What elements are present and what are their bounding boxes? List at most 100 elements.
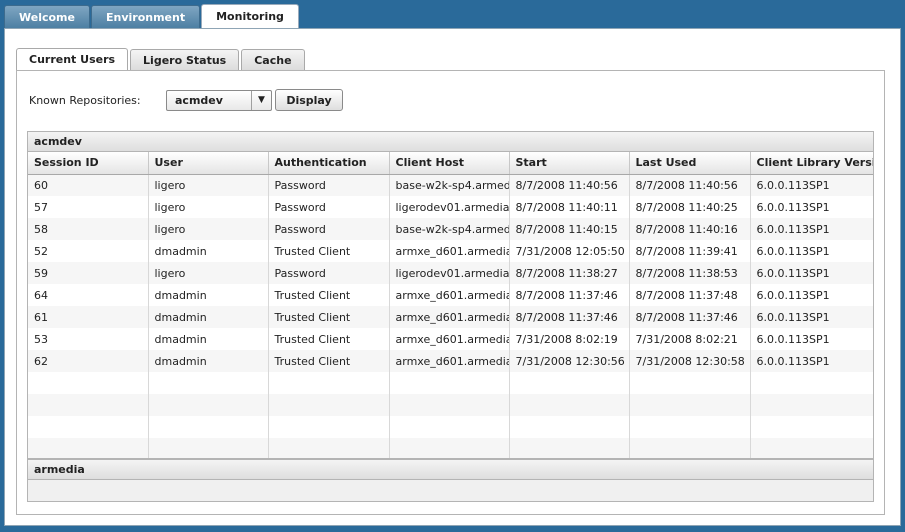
repository-dropdown[interactable]: acmdev ▼ [166,89,272,111]
table-cell [389,394,510,416]
table-cell: 6.0.0.113SP1 [750,350,873,372]
table-cell: ligero [148,218,269,240]
section-header-acmdev[interactable]: acmdev [27,131,874,152]
column-header-client-host[interactable]: Client Host [389,152,510,175]
table-cell: Password [268,174,390,196]
repository-selector-row: Known Repositories: acmdev ▼ Display [29,89,343,111]
column-header-client-library-version[interactable]: Client Library Version [750,152,873,175]
table-cell: 53 [28,328,149,350]
tab-ligero-status[interactable]: Ligero Status [130,49,240,70]
table-row[interactable]: 58 ligero Password base-w2k-sp4.armedia 8/7/… [28,218,873,240]
table-cell: 8/7/2008 11:38:53 [629,262,751,284]
table-cell: 7/31/2008 8:02:19 [509,328,630,350]
table-cell: 6.0.0.113SP1 [750,240,873,262]
table-cell [28,394,149,416]
table-cell: 8/7/2008 11:37:46 [629,306,751,328]
table-cell: 62 [28,350,149,372]
table-cell: 8/7/2008 11:37:46 [509,306,630,328]
table-cell [268,394,390,416]
table-row[interactable]: 59 ligero Password ligerodev01.armedia 8/7/2… [28,262,873,284]
column-header-user[interactable]: User [148,152,269,175]
table-cell: Password [268,196,390,218]
table-cell: ligero [148,174,269,196]
section-header-armedia[interactable]: armedia [27,459,874,480]
table-cell: 8/7/2008 11:38:27 [509,262,630,284]
table-row[interactable]: 60 ligero Password base-w2k-sp4.armedia 8/7/… [28,174,873,196]
table-cell: dmadmin [148,240,269,262]
empty-table-row [28,394,873,416]
table-cell: armxe_d601.armedia [389,350,510,372]
tab-cache[interactable]: Cache [241,49,305,70]
table-cell [750,372,873,394]
chevron-down-icon[interactable]: ▼ [251,90,271,110]
tab-welcome[interactable]: Welcome [4,5,90,28]
table-cell [389,372,510,394]
table-cell [268,438,390,458]
table-cell: 61 [28,306,149,328]
empty-table-row [28,438,873,458]
table-cell [389,416,510,438]
table-cell: 7/31/2008 12:30:58 [629,350,751,372]
table-cell: Trusted Client [268,240,390,262]
table-cell: 7/31/2008 12:05:50 [509,240,630,262]
table-cell: 7/31/2008 8:02:21 [629,328,751,350]
table-cell: Trusted Client [268,306,390,328]
known-repositories-label: Known Repositories: [29,93,141,107]
table-cell [629,372,751,394]
table-cell: ligero [148,196,269,218]
table-row[interactable]: 64 dmadmin Trusted Client armxe_d601.armedi… [28,284,873,306]
column-header-start[interactable]: Start [509,152,630,175]
table-cell [509,416,630,438]
table-cell: 8/7/2008 11:40:56 [509,174,630,196]
table-row[interactable]: 57 ligero Password ligerodev01.armedia 8/7/2… [28,196,873,218]
display-button[interactable]: Display [275,89,343,111]
table-row[interactable]: 62 dmadmin Trusted Client armxe_d601.armedi… [28,350,873,372]
table-cell: armxe_d601.armedia [389,284,510,306]
column-header-session-id[interactable]: Session ID [28,152,149,175]
table-cell: 57 [28,196,149,218]
table-cell: 64 [28,284,149,306]
table-cell: armxe_d601.armedia [389,328,510,350]
table-cell [629,416,751,438]
table-cell: dmadmin [148,328,269,350]
tab-current-users[interactable]: Current Users [16,48,129,70]
table-cell: dmadmin [148,306,269,328]
column-header-last-used[interactable]: Last Used [629,152,751,175]
repository-dropdown-value: acmdev [175,93,223,107]
table-cell: Password [268,218,390,240]
table-cell: Trusted Client [268,328,390,350]
table-cell [148,416,269,438]
table-cell: 8/7/2008 11:39:41 [629,240,751,262]
table-cell [509,438,630,458]
table-cell: 7/31/2008 12:30:56 [509,350,630,372]
tab-environment[interactable]: Environment [90,5,201,28]
current-users-content: Known Repositories: acmdev ▼ Display acm… [16,70,885,515]
table-cell: 6.0.0.113SP1 [750,174,873,196]
column-header-authentication[interactable]: Authentication [268,152,390,175]
table-cell: ligerodev01.armedia [389,196,510,218]
table-cell: ligero [148,262,269,284]
table-row[interactable]: 52 dmadmin Trusted Client armxe_d601.armedi… [28,240,873,262]
table-cell: 6.0.0.113SP1 [750,306,873,328]
monitoring-panel: Current Users Ligero Status Cache Known … [4,28,901,526]
table-cell [268,416,390,438]
top-tab-bar: Welcome Environment Monitoring [4,4,300,29]
table-cell [28,438,149,458]
table-cell: base-w2k-sp4.armedia [389,174,510,196]
table-cell: 8/7/2008 11:40:11 [509,196,630,218]
table-cell: 6.0.0.113SP1 [750,284,873,306]
table-cell: 8/7/2008 11:40:25 [629,196,751,218]
table-cell [509,372,630,394]
table-cell: 6.0.0.113SP1 [750,218,873,240]
table-cell: 6.0.0.113SP1 [750,262,873,284]
empty-table-row [28,416,873,438]
tab-monitoring[interactable]: Monitoring [201,4,299,28]
table-row[interactable]: 53 dmadmin Trusted Client armxe_d601.armedi… [28,328,873,350]
table-cell: 6.0.0.113SP1 [750,328,873,350]
table-cell [750,394,873,416]
table-cell: 59 [28,262,149,284]
table-cell [750,416,873,438]
table-cell: armxe_d601.armedia [389,240,510,262]
table-cell: 6.0.0.113SP1 [750,196,873,218]
table-row[interactable]: 61 dmadmin Trusted Client armxe_d601.armedi… [28,306,873,328]
